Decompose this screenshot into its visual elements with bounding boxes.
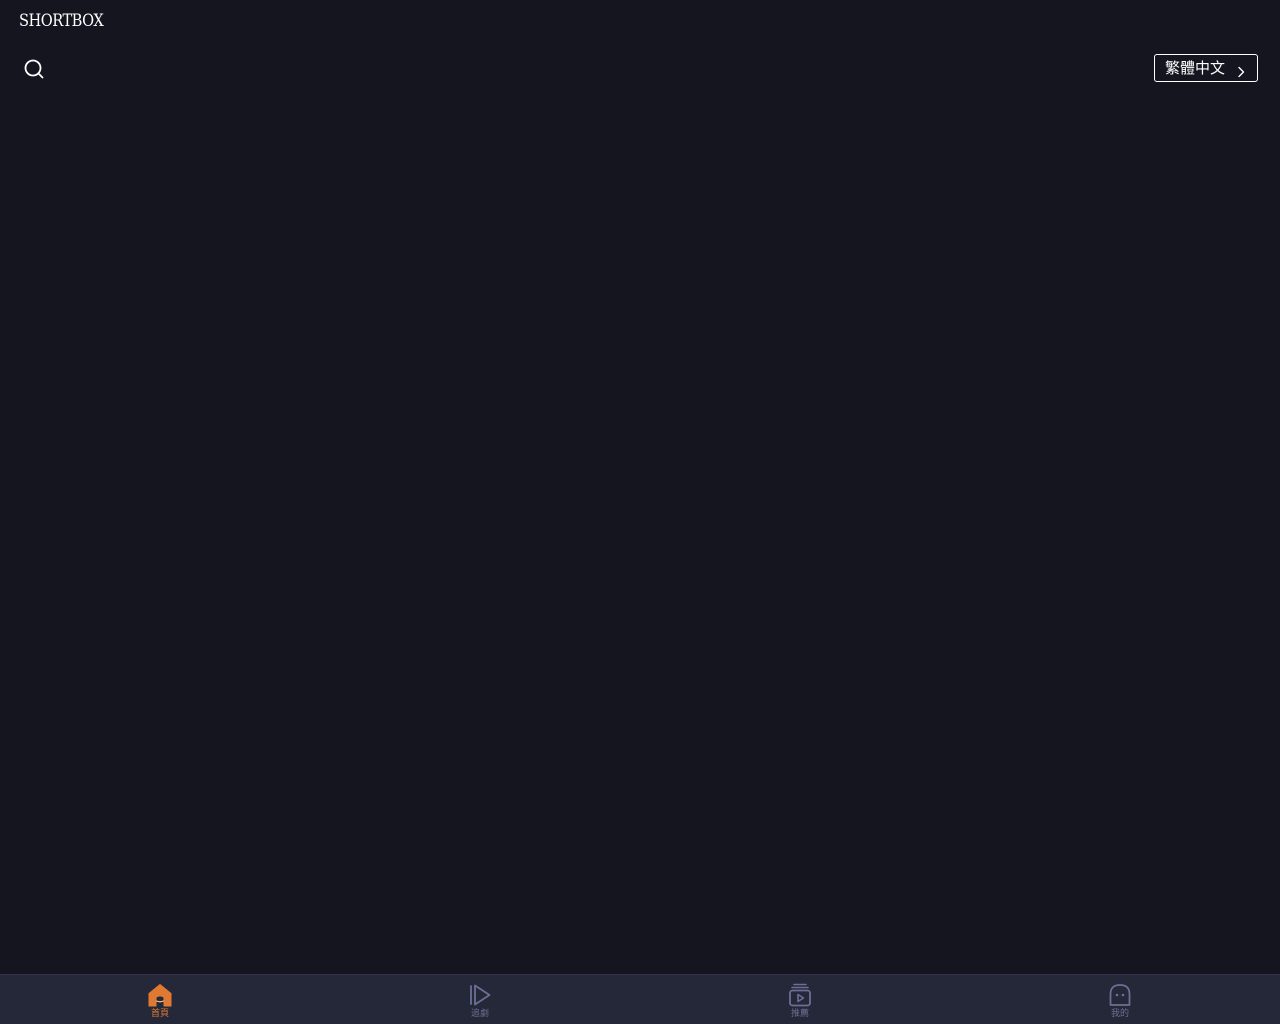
tab-profile[interactable]: 我的 <box>960 975 1280 1024</box>
app-logo[interactable]: SHORTBOX <box>19 10 104 32</box>
tab-recommend-label: 推薦 <box>790 1009 809 1019</box>
tab-profile-label: 我的 <box>1110 1009 1129 1019</box>
main-content-area <box>0 96 1280 974</box>
play-icon <box>467 982 493 1008</box>
home-icon <box>147 982 173 1008</box>
tab-following-label: 追劇 <box>470 1009 489 1019</box>
video-stack-icon <box>787 982 813 1008</box>
search-button[interactable] <box>22 57 46 81</box>
tab-recommend[interactable]: 推薦 <box>640 975 960 1024</box>
language-selector-button[interactable]: 繁體中文 <box>1154 54 1258 82</box>
ghost-profile-icon <box>1107 982 1133 1008</box>
tab-home[interactable]: 首頁 <box>0 975 320 1024</box>
tab-following[interactable]: 追劇 <box>320 975 640 1024</box>
bottom-tab-bar: 首頁 追劇 推薦 我的 <box>0 974 1280 1024</box>
search-icon <box>22 57 46 81</box>
language-label: 繁體中文 <box>1165 59 1226 77</box>
chevron-right-icon <box>1236 63 1246 78</box>
app-window: SHORTBOX 繁體中文 首頁 追劇 推薦 我的 <box>0 0 1280 1024</box>
tab-home-label: 首頁 <box>150 1009 169 1019</box>
